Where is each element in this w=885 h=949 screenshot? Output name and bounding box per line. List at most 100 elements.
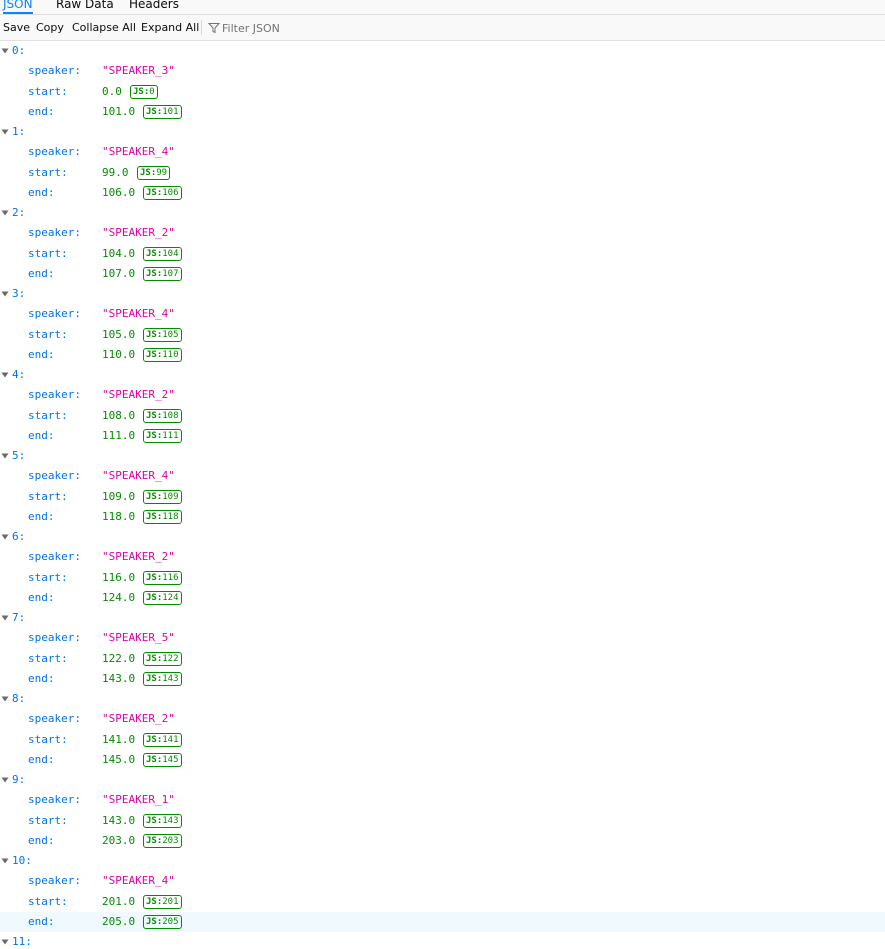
- property-row[interactable]: start: 122.0 JS:122: [0, 649, 885, 669]
- property-row[interactable]: start: 109.0 JS:109: [0, 487, 885, 507]
- property-row[interactable]: start: 0.0 JS:0: [0, 82, 885, 102]
- property-row[interactable]: end: 107.0 JS:107: [0, 264, 885, 284]
- property-row[interactable]: speaker: "SPEAKER_2": [0, 709, 885, 729]
- property-row[interactable]: end: 101.0 JS:101: [0, 102, 885, 122]
- expand-toggle-icon[interactable]: [1, 210, 9, 216]
- property-row[interactable]: start: 201.0 JS:201: [0, 892, 885, 912]
- js-badge-value: 143: [162, 815, 179, 826]
- array-index: 9:: [12, 773, 26, 786]
- array-item-row[interactable]: 2:: [0, 203, 885, 223]
- property-row[interactable]: start: 105.0 JS:105: [0, 325, 885, 345]
- property-row[interactable]: speaker: "SPEAKER_4": [0, 466, 885, 486]
- js-badge-value: 104: [162, 248, 179, 259]
- expand-toggle-icon[interactable]: [1, 129, 9, 135]
- property-row[interactable]: speaker: "SPEAKER_2": [0, 223, 885, 243]
- js-value-badge: JS:99: [137, 165, 171, 180]
- property-row[interactable]: start: 99.0 JS:99: [0, 163, 885, 183]
- property-row[interactable]: end: 145.0 JS:145: [0, 750, 885, 770]
- property-row[interactable]: speaker: "SPEAKER_3": [0, 61, 885, 81]
- array-item-row[interactable]: 9:: [0, 770, 885, 790]
- property-row[interactable]: end: 143.0 JS:143: [0, 669, 885, 689]
- array-item-row[interactable]: 1:: [0, 122, 885, 142]
- property-key: end:: [28, 914, 55, 928]
- array-index: 6:: [12, 530, 26, 543]
- property-row[interactable]: speaker: "SPEAKER_1": [0, 790, 885, 810]
- expand-toggle-icon[interactable]: [1, 48, 9, 54]
- property-row[interactable]: start: 143.0 JS:143: [0, 811, 885, 831]
- array-item-row[interactable]: 8:: [0, 689, 885, 709]
- property-row[interactable]: speaker: "SPEAKER_2": [0, 547, 885, 567]
- number-value: 109.0: [102, 489, 136, 503]
- property-row[interactable]: end: 110.0 JS:110: [0, 345, 885, 365]
- collapse-all-button[interactable]: Collapse All: [72, 15, 136, 40]
- toolbar-divider: [201, 20, 202, 35]
- array-item-row[interactable]: 0:: [0, 41, 885, 61]
- number-value: 108.0: [102, 408, 136, 422]
- expand-toggle-icon[interactable]: [1, 453, 9, 459]
- array-item-row[interactable]: 7:: [0, 608, 885, 628]
- property-row[interactable]: start: 104.0 JS:104: [0, 244, 885, 264]
- expand-toggle-icon[interactable]: [1, 372, 9, 378]
- array-item-row[interactable]: 3:: [0, 284, 885, 304]
- js-badge-prefix: JS:: [146, 430, 163, 441]
- expand-toggle-icon[interactable]: [1, 939, 9, 945]
- js-badge-prefix: JS:: [146, 349, 163, 360]
- copy-button[interactable]: Copy: [36, 15, 64, 40]
- number-value: 111.0: [102, 428, 136, 442]
- property-row[interactable]: speaker: "SPEAKER_4": [0, 304, 885, 324]
- js-value-badge: JS:111: [143, 428, 182, 443]
- js-badge-value: 201: [162, 896, 179, 907]
- js-badge-value: 145: [162, 754, 179, 765]
- expand-toggle-icon[interactable]: [1, 858, 9, 864]
- property-row[interactable]: end: 111.0 JS:111: [0, 426, 885, 446]
- tab-json[interactable]: JSON: [3, 0, 33, 14]
- js-badge-prefix: JS:: [146, 734, 163, 745]
- expand-toggle-icon[interactable]: [1, 777, 9, 783]
- property-key: speaker:: [28, 388, 81, 402]
- js-badge-value: 107: [162, 268, 179, 279]
- property-row[interactable]: speaker: "SPEAKER_4": [0, 871, 885, 891]
- expand-toggle-icon[interactable]: [1, 291, 9, 297]
- property-row[interactable]: end: 205.0 JS:205: [0, 911, 885, 932]
- property-row[interactable]: speaker: "SPEAKER_5": [0, 628, 885, 648]
- filter-json-input[interactable]: [222, 19, 522, 37]
- expand-toggle-icon[interactable]: [1, 534, 9, 540]
- tab-raw-data[interactable]: Raw Data: [56, 0, 114, 14]
- js-value-badge: JS:105: [143, 327, 182, 342]
- property-key: speaker:: [28, 712, 81, 726]
- array-item-row[interactable]: 11:: [0, 932, 885, 949]
- toolbar: Save Copy Collapse All Expand All: [0, 15, 885, 41]
- string-value: "SPEAKER_2": [102, 388, 175, 402]
- js-badge-value: 105: [162, 329, 179, 340]
- string-value: "SPEAKER_4": [102, 469, 175, 483]
- js-badge-value: 118: [162, 511, 179, 522]
- number-value: 106.0: [102, 185, 136, 199]
- string-value: "SPEAKER_4": [102, 145, 175, 159]
- string-value: "SPEAKER_3": [102, 64, 175, 78]
- property-row[interactable]: start: 141.0 JS:141: [0, 730, 885, 750]
- save-button[interactable]: Save: [3, 15, 30, 40]
- js-badge-prefix: JS:: [146, 653, 163, 664]
- string-value: "SPEAKER_4": [102, 307, 175, 321]
- property-row[interactable]: start: 116.0 JS:116: [0, 568, 885, 588]
- property-row[interactable]: end: 106.0 JS:106: [0, 183, 885, 203]
- array-item-row[interactable]: 5:: [0, 446, 885, 466]
- js-badge-prefix: JS:: [146, 329, 163, 340]
- array-item-row[interactable]: 6:: [0, 527, 885, 547]
- tab-headers[interactable]: Headers: [129, 0, 179, 14]
- array-item-row[interactable]: 10:: [0, 851, 885, 871]
- expand-toggle-icon[interactable]: [1, 696, 9, 702]
- property-row[interactable]: speaker: "SPEAKER_2": [0, 385, 885, 405]
- property-row[interactable]: start: 108.0 JS:108: [0, 406, 885, 426]
- property-row[interactable]: end: 124.0 JS:124: [0, 588, 885, 608]
- expand-all-button[interactable]: Expand All: [141, 15, 199, 40]
- property-row[interactable]: end: 118.0 JS:118: [0, 507, 885, 527]
- expand-toggle-icon[interactable]: [1, 615, 9, 621]
- property-key: speaker:: [28, 874, 81, 888]
- js-badge-prefix: JS:: [146, 916, 163, 927]
- property-row[interactable]: speaker: "SPEAKER_4": [0, 142, 885, 162]
- js-badge-prefix: JS:: [146, 187, 163, 198]
- js-value-badge: JS:110: [143, 347, 182, 362]
- array-item-row[interactable]: 4:: [0, 365, 885, 385]
- property-row[interactable]: end: 203.0 JS:203: [0, 831, 885, 851]
